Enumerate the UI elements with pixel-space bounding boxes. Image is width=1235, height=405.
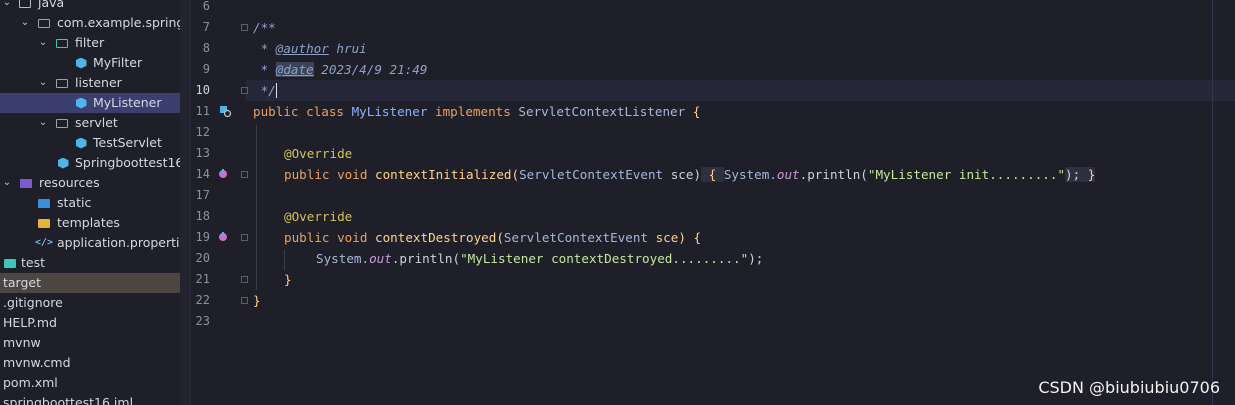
chevron-down-icon[interactable]: ⌄ xyxy=(19,13,31,33)
implementing-icon[interactable] xyxy=(219,105,231,117)
tree-item-mylistener[interactable]: MyListener xyxy=(0,93,180,113)
chevron-down-icon[interactable]: ⌄ xyxy=(1,0,13,13)
code-line-18: @Override xyxy=(284,209,353,224)
line-number: 9 xyxy=(202,62,210,76)
package-icon xyxy=(56,38,68,48)
code-line-14: public void contextInitialized(ServletCo… xyxy=(284,167,1096,182)
line-number: 23 xyxy=(195,314,210,328)
line-number: 12 xyxy=(195,125,210,139)
line-number: 20 xyxy=(195,251,210,265)
tree-item-test[interactable]: test xyxy=(0,253,180,273)
java-class-icon xyxy=(75,97,87,109)
code-line-13: @Override xyxy=(284,146,353,161)
line-number: 17 xyxy=(195,188,210,202)
code-line-19: public void contextDestroyed(ServletCont… xyxy=(284,230,702,245)
tree-item-iml[interactable]: springboottest16.iml xyxy=(0,393,180,405)
line-number: 8 xyxy=(202,41,210,55)
project-tree: ⌄ java ⌄ com.example.springb ⌄ filter My… xyxy=(0,0,180,405)
tree-item-myfilter[interactable]: MyFilter xyxy=(0,53,180,73)
tree-item-filter[interactable]: ⌄ filter xyxy=(0,33,180,53)
override-icon[interactable] xyxy=(217,168,229,180)
tree-item-servlet[interactable]: ⌄ servlet xyxy=(0,113,180,133)
tree-item-package[interactable]: ⌄ com.example.springb xyxy=(0,13,180,33)
tree-item-static[interactable]: static xyxy=(0,193,180,213)
spring-class-icon xyxy=(57,157,69,169)
tree-item-listener[interactable]: ⌄ listener xyxy=(0,73,180,93)
folder-icon xyxy=(19,0,31,8)
code-line-7: /** xyxy=(253,20,276,35)
chevron-down-icon[interactable]: ⌄ xyxy=(37,73,49,93)
properties-file-icon: </> xyxy=(34,237,54,248)
test-folder-icon xyxy=(4,258,16,268)
web-folder-icon xyxy=(38,198,50,208)
code-line-22: } xyxy=(253,293,261,308)
line-number: 7 xyxy=(202,20,210,34)
text-cursor xyxy=(275,83,277,98)
tree-item-springboot-app[interactable]: Springboottest16A xyxy=(0,153,180,173)
tree-item-target[interactable]: target xyxy=(0,273,180,293)
line-number: 6 xyxy=(202,0,210,13)
line-number: 10 xyxy=(195,83,210,97)
line-number: 13 xyxy=(195,146,210,160)
tree-item-mvnw-cmd[interactable]: mvnw.cmd xyxy=(0,353,180,373)
tree-item-help-md[interactable]: HELP.md xyxy=(0,313,180,333)
chevron-down-icon[interactable]: ⌄ xyxy=(1,173,13,193)
override-icon[interactable] xyxy=(217,231,229,243)
code-line-11: public class MyListener implements Servl… xyxy=(253,104,701,119)
package-icon xyxy=(38,18,50,28)
watermark: CSDN @biubiubiu0706 xyxy=(1038,378,1220,397)
tree-item-gitignore[interactable]: .gitignore xyxy=(0,293,180,313)
line-number: 19 xyxy=(195,230,210,244)
java-class-icon xyxy=(75,57,87,69)
line-number: 22 xyxy=(195,293,210,307)
code-line-10: */ xyxy=(253,83,277,98)
code-line-8: * @author hrui xyxy=(253,41,367,56)
tree-item-java[interactable]: ⌄ java xyxy=(0,0,180,13)
line-number: 18 xyxy=(195,209,210,223)
java-class-icon xyxy=(75,137,87,149)
templates-folder-icon xyxy=(38,218,50,228)
line-number: 14 xyxy=(195,167,210,181)
package-icon xyxy=(56,78,68,88)
code-line-21: } xyxy=(284,272,292,287)
line-number: 21 xyxy=(195,272,210,286)
chevron-down-icon[interactable]: ⌄ xyxy=(37,33,49,53)
code-line-20: System.out.println("MyListener contextDe… xyxy=(316,251,764,266)
tree-item-mvnw[interactable]: mvnw xyxy=(0,333,180,353)
tree-item-pom-xml[interactable]: pom.xml xyxy=(0,373,180,393)
resources-folder-icon xyxy=(20,178,32,188)
code-line-9: * @date 2023/4/9 21:49 xyxy=(253,62,428,77)
tree-item-templates[interactable]: templates xyxy=(0,213,180,233)
chevron-down-icon[interactable]: ⌄ xyxy=(37,113,49,133)
line-number: 11 xyxy=(195,104,210,118)
tree-item-resources[interactable]: ⌄ resources xyxy=(0,173,180,193)
package-icon xyxy=(56,118,68,128)
tree-item-testservlet[interactable]: TestServlet xyxy=(0,133,180,153)
tree-item-application-properties[interactable]: </> application.propertie xyxy=(0,233,180,253)
